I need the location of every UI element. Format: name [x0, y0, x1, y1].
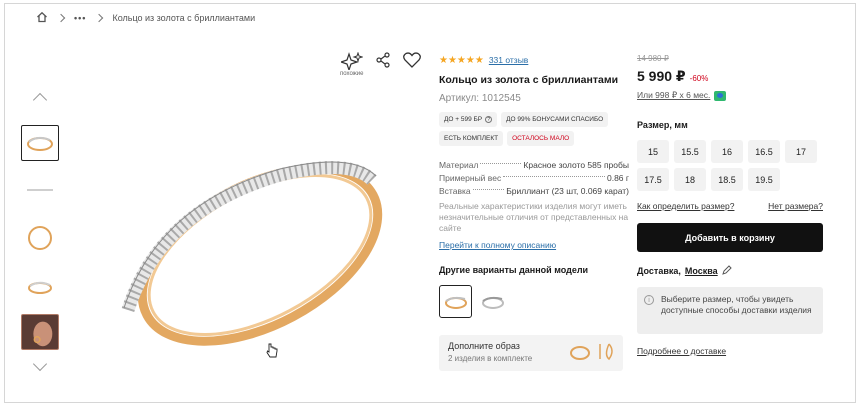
complement-ring-image	[570, 346, 590, 360]
price-row: 5 990 ₽ -60%	[637, 68, 823, 85]
bonus-badge[interactable]: ДО + 599 БР?	[439, 112, 498, 127]
thumbnail-ring-top[interactable]	[21, 268, 59, 304]
spec-row: Материал Красное золото 585 пробы	[439, 158, 629, 171]
thumbnail-model-photo[interactable]	[21, 314, 59, 350]
spec-label: Материал	[439, 159, 479, 170]
delivery-row: Доставка, Москва	[637, 265, 823, 277]
variants	[439, 285, 629, 318]
size-guide-link[interactable]: Как определить размер?	[637, 201, 734, 211]
size-option[interactable]: 16	[711, 140, 743, 163]
complement-images	[569, 341, 617, 363]
old-price: 14 980 ₽	[637, 54, 669, 63]
disclaimer: Реальные характеристики изделия могут им…	[439, 201, 629, 233]
size-option[interactable]: 18	[674, 168, 706, 191]
spasibo-badge: ДО 99% БОНУСАМИ СПАСИБО	[501, 112, 609, 127]
spec-row: Примерный вес 0.86 г	[439, 171, 629, 184]
spec-value: 0.86 г	[606, 172, 629, 183]
pencil-icon[interactable]	[721, 265, 732, 277]
variant-gold[interactable]	[439, 285, 472, 318]
installment-logo-icon	[714, 90, 727, 101]
complement-look[interactable]: Дополните образ 2 изделия в комплекте	[439, 335, 623, 371]
size-option[interactable]: 15	[637, 140, 669, 163]
size-option[interactable]: 15.5	[674, 140, 706, 163]
spec-label: Примерный вес	[439, 172, 502, 183]
question-icon: ?	[485, 116, 493, 123]
more-delivery-link[interactable]: Подробнее о доставке	[637, 346, 823, 356]
size-option[interactable]: 16.5	[748, 140, 780, 163]
spec-label: Вставка	[439, 185, 471, 196]
delivery-note-text: Выберите размер, чтобы увидеть доступные…	[661, 294, 812, 315]
size-title: Размер, мм	[637, 120, 688, 130]
delivery-note: i Выберите размер, чтобы увидеть доступн…	[637, 287, 823, 334]
main-product-image[interactable]	[100, 140, 400, 360]
variant-white-gold[interactable]	[476, 285, 509, 318]
chevron-right-icon	[95, 13, 104, 23]
breadcrumb-ellipsis[interactable]: •••	[74, 13, 86, 23]
size-option[interactable]: 19.5	[748, 168, 780, 191]
similar-button[interactable]: похожие	[340, 52, 363, 77]
complement-earrings-image	[599, 343, 613, 361]
product-info: ★★★★★ 331 отзыв Кольцо из золота с брилл…	[439, 54, 629, 371]
size-option[interactable]: 17.5	[637, 168, 669, 191]
spec-value: Бриллиант (23 шт, 0.069 карат)	[506, 185, 629, 196]
breadcrumb: ••• Кольцо из золота с бриллиантами	[36, 11, 255, 25]
badges: ДО + 599 БР? ДО 99% БОНУСАМИ СПАСИБО ЕСТ…	[439, 112, 629, 146]
thumbnail-ring-side[interactable]	[21, 172, 59, 208]
sparkles-icon	[340, 52, 363, 70]
rating: ★★★★★ 331 отзыв	[439, 54, 629, 66]
delivery-city[interactable]: Москва	[685, 266, 718, 276]
rating-stars: ★★★★★	[439, 54, 484, 66]
chevron-right-icon	[56, 13, 66, 23]
low-stock-badge: ОСТАЛОСЬ МАЛО	[507, 131, 575, 146]
share-icon[interactable]	[375, 52, 391, 71]
specs: Материал Красное золото 585 пробы Примерн…	[439, 158, 629, 197]
product-title: Кольцо из золота с бриллиантами	[439, 74, 619, 86]
home-icon[interactable]	[36, 11, 48, 25]
size-option[interactable]: 17	[785, 140, 817, 163]
discount-badge: -60%	[689, 74, 709, 83]
product-article: Артикул: 1012545	[439, 93, 521, 104]
info-icon: i	[644, 295, 654, 305]
purchase-panel: 14 980 ₽ 5 990 ₽ -60% Или 998 ₽ х 6 мес.…	[637, 54, 823, 356]
heart-icon[interactable]	[403, 52, 422, 71]
complement-subtitle: 2 изделия в комплекте	[448, 354, 533, 363]
hand-cursor-icon	[266, 343, 278, 362]
breadcrumb-current: Кольцо из золота с бриллиантами	[112, 13, 256, 23]
set-badge: ЕСТЬ КОМПЛЕКТ	[439, 131, 504, 146]
image-tools: похожие	[340, 52, 422, 77]
thumbnail-ring-front[interactable]	[21, 220, 59, 256]
size-links: Как определить размер? Нет размера?	[637, 201, 823, 211]
delivery-label: Доставка,	[637, 266, 681, 276]
complement-title: Дополните образ	[448, 341, 520, 351]
thumbnail-ring-angle[interactable]	[21, 125, 59, 161]
spec-value: Красное золото 585 пробы	[523, 159, 629, 170]
similar-label: похожие	[340, 71, 364, 77]
full-description-link[interactable]: Перейти к полному описанию	[439, 240, 629, 250]
reviews-link[interactable]: 331 отзыв	[489, 55, 529, 65]
no-size-link[interactable]: Нет размера?	[768, 201, 823, 211]
add-to-cart-button[interactable]: Добавить в корзину	[637, 223, 823, 252]
size-grid: 15 15.5 16 16.5 17 17.5 18 18.5 19.5	[637, 140, 823, 191]
variants-title: Другие варианты данной модели	[439, 265, 589, 275]
installment-link[interactable]: Или 998 ₽ х 6 мес.	[637, 90, 823, 101]
spec-row: Вставка Бриллиант (23 шт, 0.069 карат)	[439, 184, 629, 197]
size-option[interactable]: 18.5	[711, 168, 743, 191]
current-price: 5 990 ₽	[637, 68, 686, 84]
